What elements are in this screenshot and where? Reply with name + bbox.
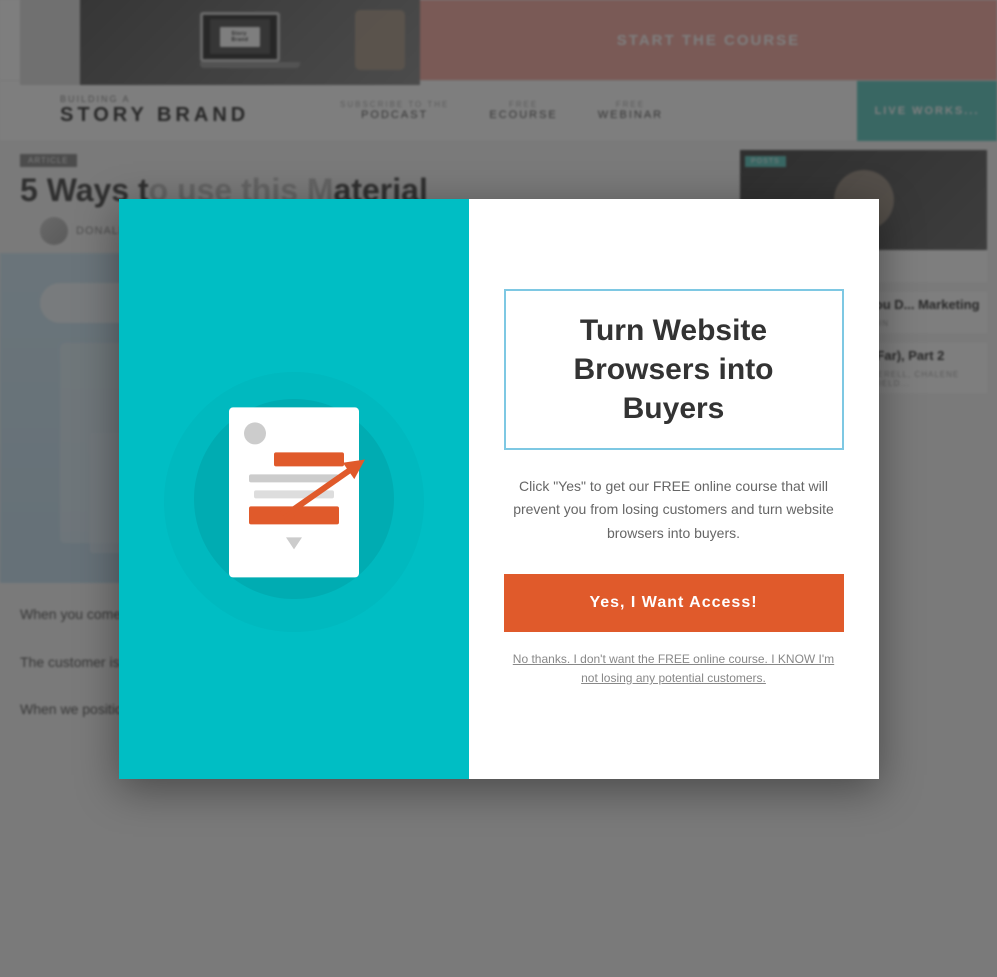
- modal-description: Click "Yes" to get our FREE online cours…: [504, 475, 844, 546]
- illus-document: [229, 407, 359, 577]
- modal-illustration-panel: [119, 199, 469, 779]
- modal-container: Turn Website Browsers into Buyers Click …: [119, 199, 879, 779]
- modal-title: Turn Website Browsers into Buyers: [531, 311, 817, 428]
- illustration-container: [154, 329, 434, 649]
- illus-doc-circle: [244, 422, 266, 444]
- modal-content-panel: Turn Website Browsers into Buyers Click …: [469, 199, 879, 779]
- modal-cta-label: Yes, I Want Access!: [589, 594, 757, 611]
- modal-title-box: Turn Website Browsers into Buyers: [504, 289, 844, 450]
- illus-doc-arrow-down: [286, 537, 302, 549]
- illus-doc-orange-top: [274, 452, 344, 466]
- modal-cta-button[interactable]: Yes, I Want Access!: [504, 574, 844, 632]
- modal-decline-link[interactable]: No thanks. I don't want the FREE online …: [504, 650, 844, 688]
